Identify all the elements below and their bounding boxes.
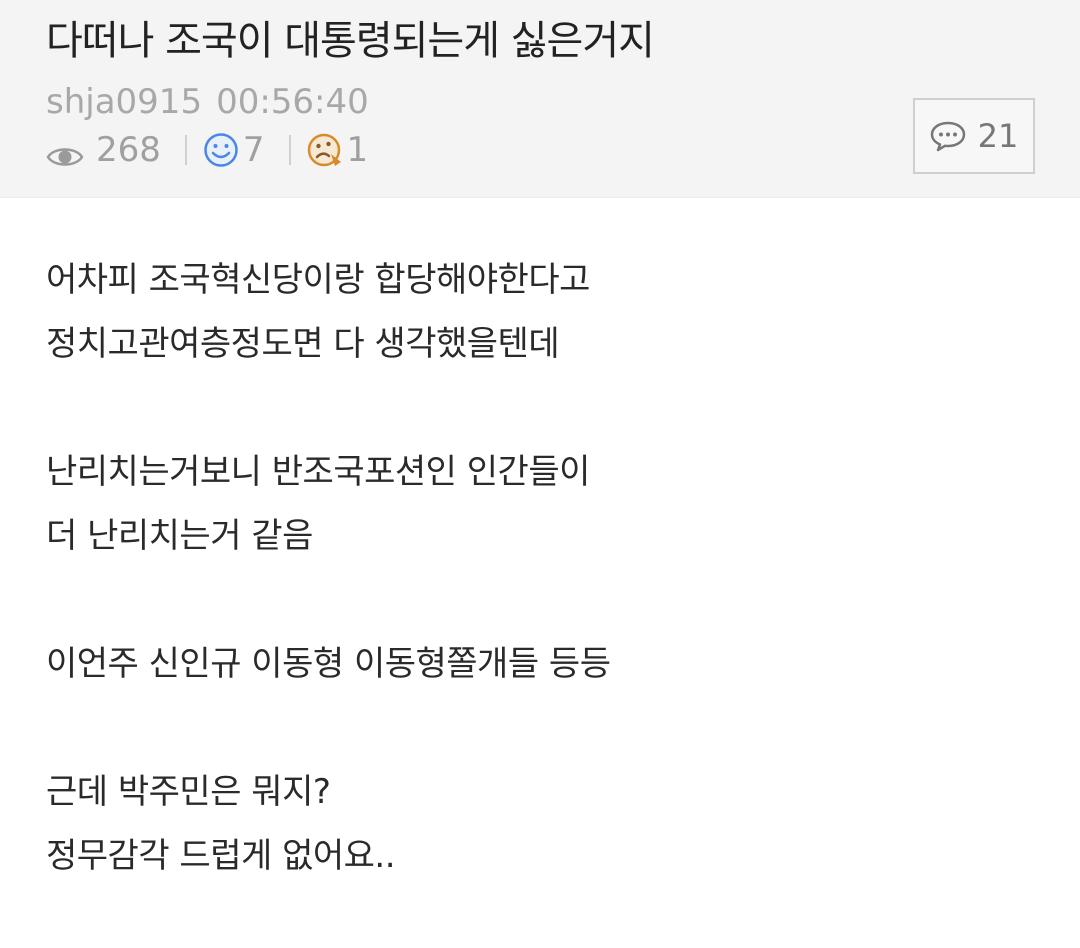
comment-count-button[interactable]: 21	[913, 98, 1035, 174]
smile-face-icon[interactable]	[203, 132, 239, 168]
post-title: 다떠나 조국이 대통령되는게 싫은거지	[46, 18, 655, 64]
post-body: 어차피 조국혁신당이랑 합당해야한다고 정치고관여층정도면 다 생각했을텐데 난…	[46, 248, 1036, 888]
post-header: 다떠나 조국이 대통령되는게 싫은거지 shja0915 00:56:40 268…	[0, 0, 1080, 198]
divider	[184, 135, 187, 165]
post-meta: shja0915 00:56:40	[46, 80, 369, 124]
body-line: 난리치는거보니 반조국포션인 인간들이	[46, 452, 590, 492]
post-time: 00:56:40	[216, 82, 369, 122]
body-line: 어차피 조국혁신당이랑 합당해야한다고	[46, 260, 590, 300]
frown-face-icon[interactable]	[307, 132, 343, 168]
dislike-count: 1	[346, 130, 369, 170]
divider	[288, 135, 291, 165]
speech-bubble-icon	[930, 120, 966, 152]
comment-count: 21	[977, 117, 1019, 155]
author-name[interactable]: shja0915	[46, 82, 202, 122]
body-line: 이언주 신인규 이동형 이동형쫄개들 등등	[46, 644, 611, 684]
like-count: 7	[242, 130, 265, 170]
body-line: 더 난리치는거 같음	[46, 516, 313, 556]
view-count: 268	[96, 130, 161, 170]
post-stats: 268 7 1	[46, 128, 368, 172]
body-line: 정무감각 드럽게 없어요..	[46, 836, 396, 876]
body-line: 정치고관여층정도면 다 생각했을텐데	[46, 324, 560, 364]
eye-icon	[46, 138, 84, 166]
body-line: 근데 박주민은 뭐지?	[46, 772, 331, 812]
